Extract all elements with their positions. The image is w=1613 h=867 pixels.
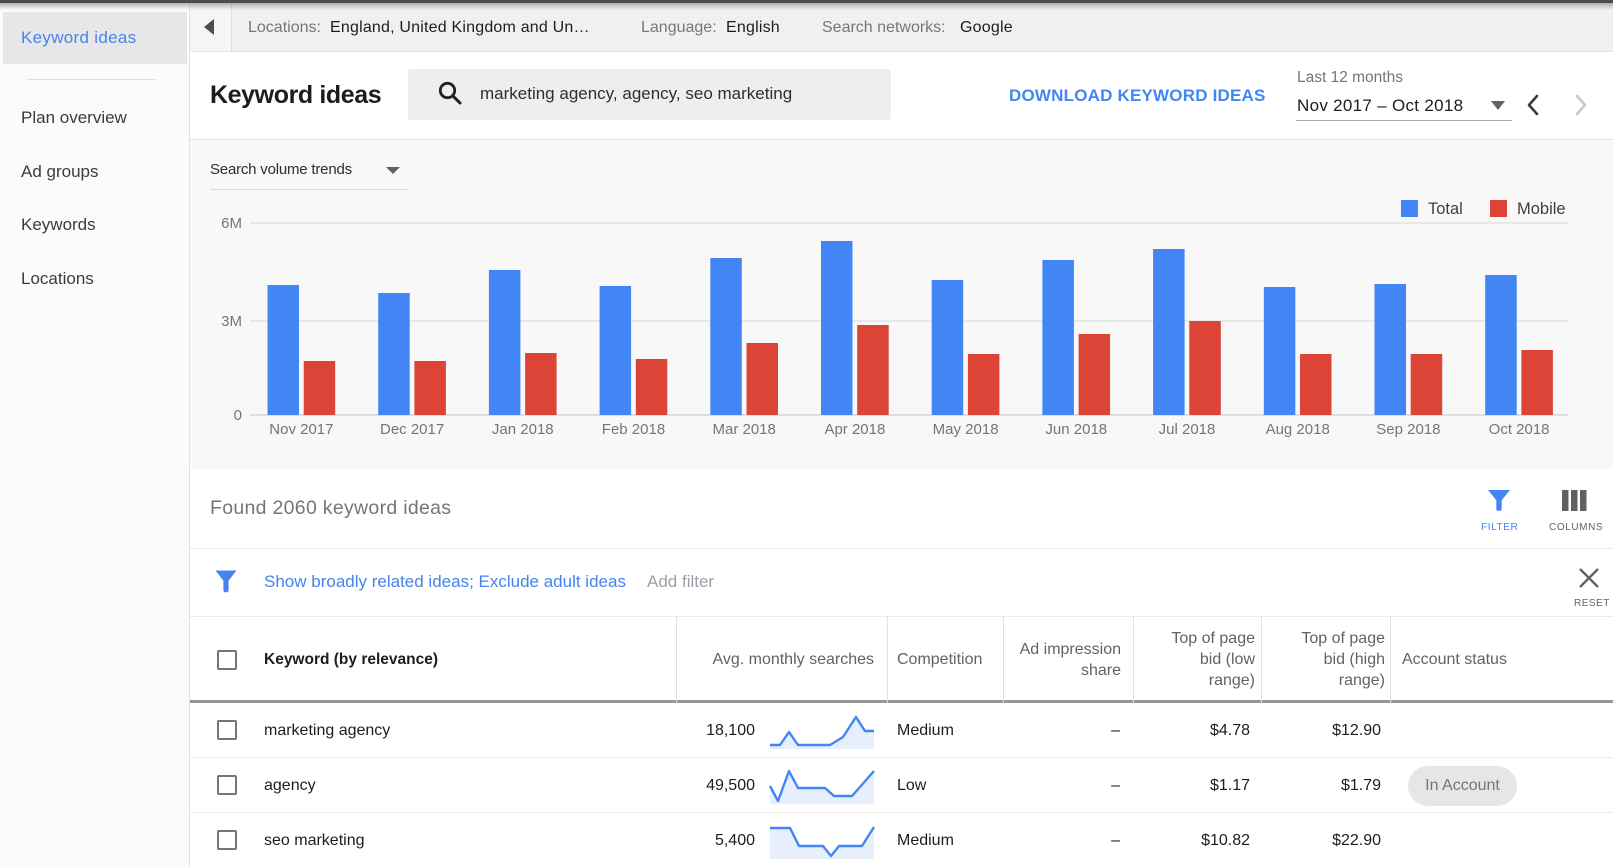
svg-text:Aug 2018: Aug 2018 xyxy=(1266,421,1330,438)
svg-text:Feb 2018: Feb 2018 xyxy=(602,421,665,438)
svg-text:Nov 2017: Nov 2017 xyxy=(269,421,333,438)
svg-text:Oct 2018: Oct 2018 xyxy=(1489,421,1550,438)
svg-text:Mobile: Mobile xyxy=(1517,200,1566,218)
svg-text:Mar 2018: Mar 2018 xyxy=(713,421,776,438)
svg-text:Apr 2018: Apr 2018 xyxy=(824,421,885,438)
svg-text:Jul 2018: Jul 2018 xyxy=(1159,421,1216,438)
svg-text:Dec 2017: Dec 2017 xyxy=(380,421,444,438)
svg-text:3M: 3M xyxy=(221,313,242,330)
svg-text:6M: 6M xyxy=(221,215,242,232)
svg-text:Jan 2018: Jan 2018 xyxy=(492,421,554,438)
svg-text:May 2018: May 2018 xyxy=(933,421,999,438)
svg-text:Total: Total xyxy=(1428,200,1463,218)
svg-text:Jun 2018: Jun 2018 xyxy=(1045,421,1107,438)
svg-text:Sep 2018: Sep 2018 xyxy=(1376,421,1440,438)
svg-text:0: 0 xyxy=(234,407,242,424)
